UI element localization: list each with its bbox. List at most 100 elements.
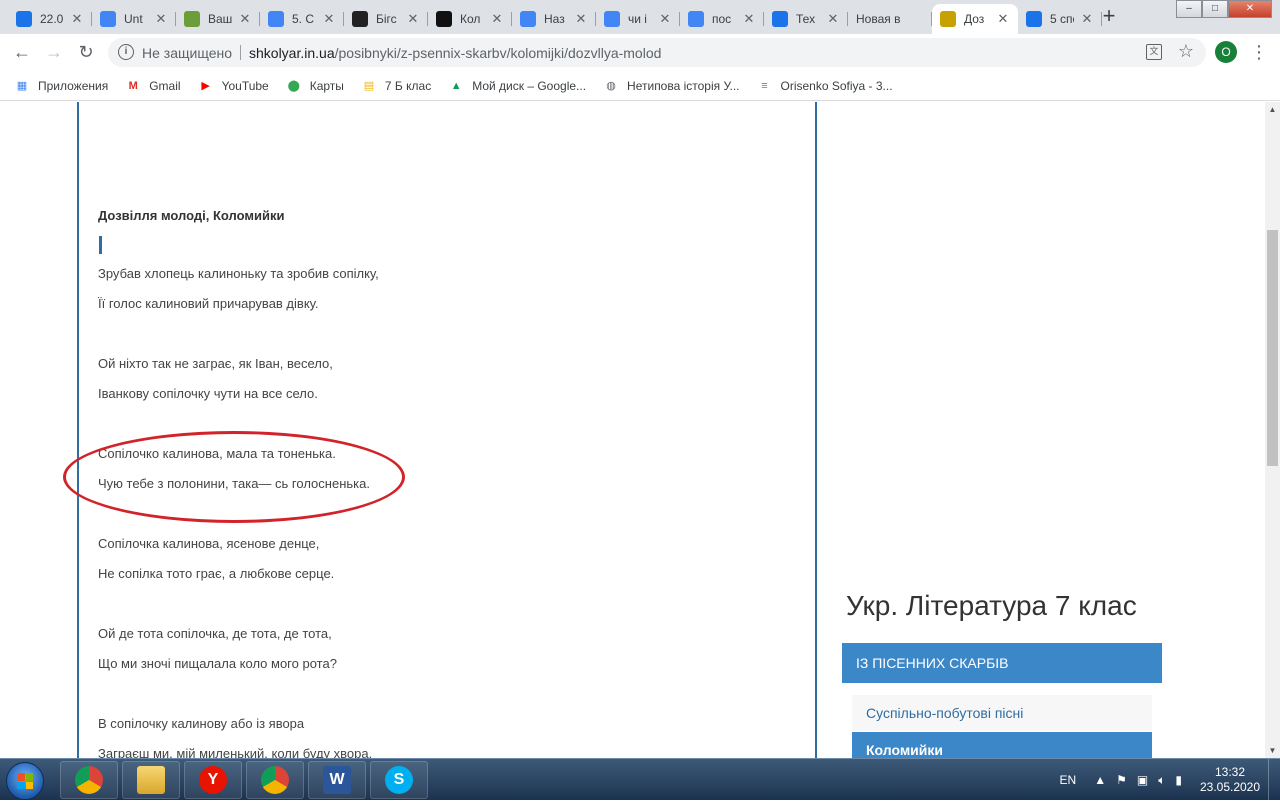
bookmark-item[interactable]: ▦ Приложения [14,78,108,94]
bookmark-label: 7 Б клас [384,78,432,93]
tab[interactable]: Тех ✕ [764,4,848,34]
tab-title: Новая в [856,12,901,26]
bookmark-item[interactable]: ▤ 7 Б клас [361,78,431,94]
taskbar-app-chrome-profile[interactable] [246,761,304,799]
action-center-flag-icon[interactable]: ⚑ [1116,773,1127,787]
globe-icon [940,11,956,27]
scroll-thumb[interactable] [1267,230,1278,466]
sidebar-item-kolomyiky[interactable]: Коломийки [852,732,1152,758]
maximize-button[interactable]: □ [1202,0,1228,18]
tab[interactable]: Ваш ✕ [176,4,260,34]
tab[interactable]: Доз ✕ [932,4,1018,34]
tab-title: пос [712,12,732,26]
close-window-button[interactable]: ✕ [1228,0,1272,18]
sidebar-item-social-songs[interactable]: Суспільно-побутові пісні [852,695,1152,731]
volume-icon[interactable]: 🔈︎ [1158,773,1165,788]
tab-close-icon[interactable]: ✕ [658,11,672,27]
tab-title: Ваш [208,12,232,26]
tab[interactable]: Кол ✕ [428,4,512,34]
sidebar-section-header[interactable]: ІЗ ПІСЕННИХ СКАРБІВ [842,643,1162,683]
tab-close-icon[interactable]: ✕ [490,11,504,27]
translate-icon[interactable]: 文 [1146,44,1162,60]
tab[interactable]: 5. С ✕ [260,4,344,34]
tab-close-icon[interactable]: ✕ [996,11,1010,27]
clock[interactable]: 13:32 23.05.2020 [1192,765,1268,795]
poem-line: Сопілочка калинова, ясенове денце, [98,536,320,551]
tab-title: 5. С [292,12,315,26]
forward-button[interactable]: → [42,40,66,64]
tab[interactable]: Unt ✕ [92,4,176,34]
highlight-ellipse [63,431,405,523]
window-controls: – □ ✕ [1176,0,1272,20]
language-indicator[interactable]: EN [1060,773,1077,787]
tab-close-icon[interactable]: ✕ [154,11,168,27]
tab-title: Доз [964,12,985,26]
show-desktop-button[interactable] [1268,759,1280,801]
tab-title: чи і [628,12,647,26]
bookmark-star-icon[interactable]: ☆ [1178,41,1194,62]
tab-strip: + – □ ✕ 22.0 ✕ Unt ✕ Ваш ✕ 5. С ✕ Бігс ✕ Кол ✕ Наз ✕ ч… [0,0,1280,34]
bookmark-item[interactable]: ▲ Мой диск – Google... [448,78,586,94]
t-icon [772,11,788,27]
taskbar-app-explorer[interactable] [122,761,180,799]
taskbar-app-chrome[interactable] [60,761,118,799]
vertical-scrollbar[interactable]: ▲ ▼ [1265,102,1280,758]
device-icon[interactable]: ▣ [1137,773,1148,787]
word-icon: W [323,766,351,794]
network-icon[interactable]: ▮ [1175,773,1182,787]
sidebar-title: Укр. Література 7 клас [846,590,1137,621]
clock-date: 23.05.2020 [1199,780,1261,794]
browser-toolbar: ← → ↻ i Не защищено shkolyar.in.ua/posib… [0,34,1280,71]
tab-title: Кол [460,12,481,26]
tab-close-icon[interactable]: ✕ [238,11,252,27]
taskbar-app-skype[interactable]: S [370,761,428,799]
tab-close-icon[interactable]: ✕ [1080,11,1094,27]
tab[interactable]: 5 спосо ✕ [1018,4,1102,34]
bookmark-item[interactable]: ⬤ Карты [286,78,344,94]
tab-close-icon[interactable]: ✕ [742,11,756,27]
google-icon [604,11,620,27]
wikipedia-icon [352,11,368,27]
bookmark-item[interactable]: ▶ YouTube [198,78,268,94]
start-button[interactable] [6,762,44,800]
tab-title: Наз [544,12,565,26]
security-status[interactable]: Не защищено [142,45,232,61]
bookmark-label: Orisenko Sofiya - 3... [780,78,893,93]
address-bar[interactable]: i Не защищено shkolyar.in.ua/posibnyki/z… [108,38,1206,67]
tab-close-icon[interactable]: ✕ [406,11,420,27]
google-icon [268,11,284,27]
url-domain: shkolyar.in.ua [249,45,335,61]
url-text[interactable]: shkolyar.in.ua/posibnyki/z-psennix-skarb… [249,45,661,61]
tab[interactable]: Бігс ✕ [344,4,428,34]
scroll-up-icon[interactable]: ▲ [1265,102,1280,117]
tray-expand-icon[interactable]: ▲ [1094,773,1106,787]
tab[interactable]: Наз ✕ [512,4,596,34]
info-icon[interactable]: i [118,44,134,60]
bookmark-item[interactable]: ≡ Orisenko Sofiya - 3... [757,78,893,94]
menu-icon[interactable]: ⋮ [1250,39,1268,65]
profile-avatar[interactable]: O [1215,41,1237,63]
tab-close-icon[interactable]: ✕ [322,11,336,27]
minimize-button[interactable]: – [1176,0,1202,18]
back-button[interactable]: ← [10,40,34,64]
bookmark-item[interactable]: M Gmail [125,78,181,94]
poem-line: Заграєш ми, мій миленький, коли буду хво… [98,746,373,758]
scroll-down-icon[interactable]: ▼ [1265,743,1280,758]
tab[interactable]: пос ✕ [680,4,764,34]
bookmarks-bar: ▦ Приложения M Gmail ▶ YouTube ⬤ Карты ▤ 7 Б клас… [0,71,1280,101]
poem-line: Іванкову сопілочку чути на все село. [98,386,318,401]
taskbar-app-yandex[interactable]: Y [184,761,242,799]
tab[interactable]: 22.0 ✕ [8,4,92,34]
taskbar-app-word[interactable]: W [308,761,366,799]
web-page: Дозвілля молоді, Коломийки Зрубав хлопец… [0,102,1265,758]
tab[interactable]: Новая в [848,4,932,34]
folder-icon [137,766,165,794]
omnibox-divider [240,45,241,60]
bookmark-item[interactable]: ◍ Нетипова історія У... [603,78,739,94]
tab[interactable]: чи і ✕ [596,4,680,34]
yandex-icon: Y [199,766,227,794]
tab-close-icon[interactable]: ✕ [574,11,588,27]
tab-close-icon[interactable]: ✕ [826,11,840,27]
reload-button[interactable]: ↻ [74,40,98,64]
tab-close-icon[interactable]: ✕ [70,11,84,27]
